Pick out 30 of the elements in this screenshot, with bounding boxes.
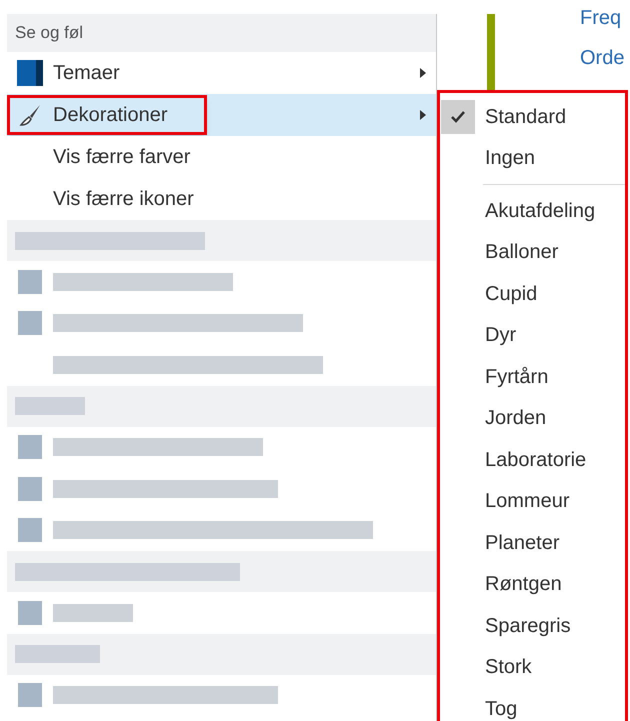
submenu-item[interactable]: Akutafdeling <box>438 190 626 232</box>
redacted-icon <box>18 270 42 294</box>
submenu-item[interactable]: Jorden <box>438 398 626 439</box>
redacted-icon <box>18 476 42 501</box>
redacted-icon <box>18 518 42 542</box>
submenu-arrow-icon <box>420 68 426 78</box>
redacted-icon <box>18 683 42 708</box>
submenu-item[interactable]: Dyr <box>438 314 626 356</box>
redacted-icon <box>18 435 42 460</box>
menu-item[interactable]: Dekorationer <box>7 94 436 136</box>
submenu-item[interactable]: Røntgen <box>438 564 626 605</box>
submenu-item[interactable]: Cupid <box>438 273 626 314</box>
submenu-item[interactable]: Stork <box>438 646 626 688</box>
square-icon <box>17 60 43 86</box>
submenu-item[interactable]: Balloner <box>438 232 626 273</box>
submenu-item[interactable]: Fyrtårn <box>438 356 626 398</box>
redacted-text <box>15 397 85 415</box>
submenu-item[interactable]: Planeter <box>438 522 626 564</box>
submenu-item[interactable]: Standard <box>438 96 626 138</box>
submenu-item[interactable]: Sparegris <box>438 605 626 646</box>
link[interactable]: Orde <box>580 48 624 68</box>
link[interactable]: Freq <box>580 8 622 28</box>
redacted-icon <box>18 600 42 625</box>
submenu-item[interactable]: Lommeur <box>438 480 626 522</box>
submenu-item[interactable]: Tog <box>438 688 626 721</box>
submenu-item[interactable]: Laboratorie <box>438 439 626 480</box>
submenu-arrow-icon <box>420 110 426 120</box>
section-header: Se og føl <box>15 22 84 44</box>
redacted-icon <box>18 311 42 336</box>
submenu-item[interactable]: Ingen <box>438 138 626 179</box>
